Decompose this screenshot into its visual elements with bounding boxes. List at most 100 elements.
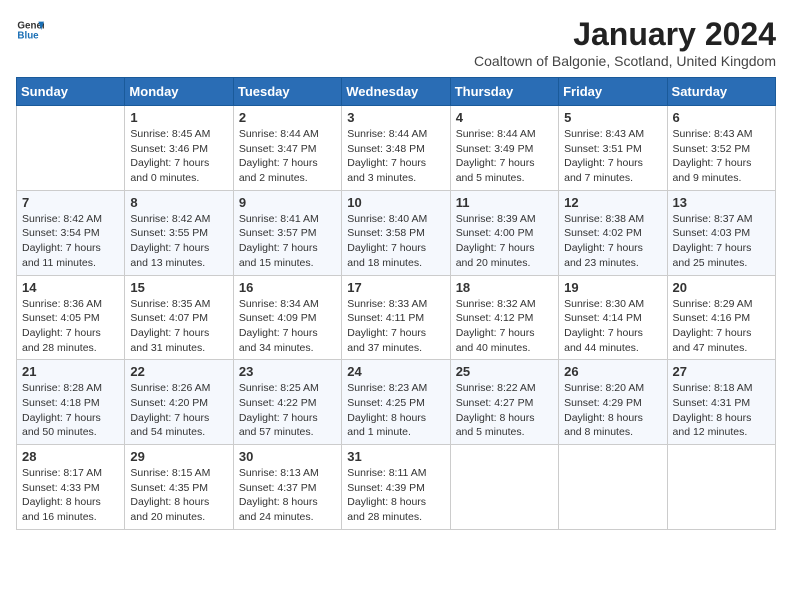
day-info: Sunrise: 8:30 AM Sunset: 4:14 PM Dayligh…	[564, 297, 661, 356]
title-block: January 2024 Coaltown of Balgonie, Scotl…	[474, 16, 776, 69]
calendar-week-row: 7Sunrise: 8:42 AM Sunset: 3:54 PM Daylig…	[17, 190, 776, 275]
calendar-cell: 4 Sunrise: 8:44 AM Sunset: 3:49 PM Daylig…	[450, 106, 558, 191]
day-info: Sunrise: 8:37 AM Sunset: 4:03 PM Dayligh…	[673, 212, 770, 271]
calendar-cell: 14Sunrise: 8:36 AM Sunset: 4:05 PM Dayli…	[17, 275, 125, 360]
day-number: 6	[673, 110, 770, 125]
calendar-cell: 29Sunrise: 8:15 AM Sunset: 4:35 PM Dayli…	[125, 445, 233, 530]
calendar-week-row: 28 Sunrise: 8:17 AM Sunset: 4:33 PM Dayli…	[17, 445, 776, 530]
day-info: Sunrise: 8:22 AM Sunset: 4:27 PM Dayligh…	[456, 381, 553, 440]
day-number: 25	[456, 364, 553, 379]
calendar-cell: 2 Sunrise: 8:44 AM Sunset: 3:47 PM Daylig…	[233, 106, 341, 191]
calendar-cell: 5 Sunrise: 8:43 AM Sunset: 3:51 PM Daylig…	[559, 106, 667, 191]
day-info: Sunrise: 8:44 AM Sunset: 3:47 PM Dayligh…	[239, 127, 336, 186]
calendar-cell: 20Sunrise: 8:29 AM Sunset: 4:16 PM Dayli…	[667, 275, 775, 360]
day-number: 29	[130, 449, 227, 464]
day-info: Sunrise: 8:11 AM Sunset: 4:39 PM Dayligh…	[347, 466, 444, 525]
day-info: Sunrise: 8:33 AM Sunset: 4:11 PM Dayligh…	[347, 297, 444, 356]
day-number: 13	[673, 195, 770, 210]
day-number: 24	[347, 364, 444, 379]
day-info: Sunrise: 8:23 AM Sunset: 4:25 PM Dayligh…	[347, 381, 444, 440]
logo: General Blue	[16, 16, 44, 44]
day-number: 23	[239, 364, 336, 379]
day-number: 2	[239, 110, 336, 125]
day-info: Sunrise: 8:44 AM Sunset: 3:49 PM Dayligh…	[456, 127, 553, 186]
calendar-cell: 12 Sunrise: 8:38 AM Sunset: 4:02 PM Dayli…	[559, 190, 667, 275]
day-info: Sunrise: 8:13 AM Sunset: 4:37 PM Dayligh…	[239, 466, 336, 525]
day-number: 4	[456, 110, 553, 125]
calendar-cell: 16Sunrise: 8:34 AM Sunset: 4:09 PM Dayli…	[233, 275, 341, 360]
calendar-cell	[667, 445, 775, 530]
day-info: Sunrise: 8:45 AM Sunset: 3:46 PM Dayligh…	[130, 127, 227, 186]
page-header: General Blue January 2024 Coaltown of Ba…	[16, 16, 776, 69]
calendar-cell: 23 Sunrise: 8:25 AM Sunset: 4:22 PM Dayli…	[233, 360, 341, 445]
day-number: 28	[22, 449, 119, 464]
calendar-cell	[17, 106, 125, 191]
day-number: 1	[130, 110, 227, 125]
logo-icon: General Blue	[16, 16, 44, 44]
day-number: 30	[239, 449, 336, 464]
day-info: Sunrise: 8:38 AM Sunset: 4:02 PM Dayligh…	[564, 212, 661, 271]
location-subtitle: Coaltown of Balgonie, Scotland, United K…	[474, 53, 776, 69]
day-number: 31	[347, 449, 444, 464]
weekday-header-thursday: Thursday	[450, 78, 558, 106]
day-number: 22	[130, 364, 227, 379]
day-number: 19	[564, 280, 661, 295]
calendar-cell: 6Sunrise: 8:43 AM Sunset: 3:52 PM Daylig…	[667, 106, 775, 191]
month-title: January 2024	[474, 16, 776, 53]
day-number: 12	[564, 195, 661, 210]
calendar-table: SundayMondayTuesdayWednesdayThursdayFrid…	[16, 77, 776, 530]
calendar-cell: 22 Sunrise: 8:26 AM Sunset: 4:20 PM Dayli…	[125, 360, 233, 445]
day-info: Sunrise: 8:35 AM Sunset: 4:07 PM Dayligh…	[130, 297, 227, 356]
day-info: Sunrise: 8:41 AM Sunset: 3:57 PM Dayligh…	[239, 212, 336, 271]
calendar-cell: 13 Sunrise: 8:37 AM Sunset: 4:03 PM Dayli…	[667, 190, 775, 275]
calendar-cell: 30 Sunrise: 8:13 AM Sunset: 4:37 PM Dayli…	[233, 445, 341, 530]
day-number: 15	[130, 280, 227, 295]
day-number: 16	[239, 280, 336, 295]
calendar-cell: 24 Sunrise: 8:23 AM Sunset: 4:25 PM Dayli…	[342, 360, 450, 445]
svg-text:Blue: Blue	[17, 30, 39, 41]
calendar-week-row: 1 Sunrise: 8:45 AM Sunset: 3:46 PM Daylig…	[17, 106, 776, 191]
day-info: Sunrise: 8:25 AM Sunset: 4:22 PM Dayligh…	[239, 381, 336, 440]
weekday-header-wednesday: Wednesday	[342, 78, 450, 106]
day-number: 5	[564, 110, 661, 125]
day-info: Sunrise: 8:43 AM Sunset: 3:51 PM Dayligh…	[564, 127, 661, 186]
day-number: 7	[22, 195, 119, 210]
calendar-cell: 27 Sunrise: 8:18 AM Sunset: 4:31 PM Dayli…	[667, 360, 775, 445]
weekday-header-friday: Friday	[559, 78, 667, 106]
day-info: Sunrise: 8:32 AM Sunset: 4:12 PM Dayligh…	[456, 297, 553, 356]
day-number: 17	[347, 280, 444, 295]
weekday-header-row: SundayMondayTuesdayWednesdayThursdayFrid…	[17, 78, 776, 106]
day-info: Sunrise: 8:17 AM Sunset: 4:33 PM Dayligh…	[22, 466, 119, 525]
weekday-header-sunday: Sunday	[17, 78, 125, 106]
calendar-cell: 28 Sunrise: 8:17 AM Sunset: 4:33 PM Dayli…	[17, 445, 125, 530]
day-info: Sunrise: 8:29 AM Sunset: 4:16 PM Dayligh…	[673, 297, 770, 356]
day-info: Sunrise: 8:39 AM Sunset: 4:00 PM Dayligh…	[456, 212, 553, 271]
day-info: Sunrise: 8:18 AM Sunset: 4:31 PM Dayligh…	[673, 381, 770, 440]
day-info: Sunrise: 8:36 AM Sunset: 4:05 PM Dayligh…	[22, 297, 119, 356]
weekday-header-tuesday: Tuesday	[233, 78, 341, 106]
day-number: 26	[564, 364, 661, 379]
day-number: 27	[673, 364, 770, 379]
day-number: 9	[239, 195, 336, 210]
day-number: 8	[130, 195, 227, 210]
day-number: 3	[347, 110, 444, 125]
day-info: Sunrise: 8:28 AM Sunset: 4:18 PM Dayligh…	[22, 381, 119, 440]
calendar-week-row: 14Sunrise: 8:36 AM Sunset: 4:05 PM Dayli…	[17, 275, 776, 360]
calendar-cell: 25 Sunrise: 8:22 AM Sunset: 4:27 PM Dayli…	[450, 360, 558, 445]
calendar-cell: 7Sunrise: 8:42 AM Sunset: 3:54 PM Daylig…	[17, 190, 125, 275]
calendar-cell: 1 Sunrise: 8:45 AM Sunset: 3:46 PM Daylig…	[125, 106, 233, 191]
calendar-cell: 26 Sunrise: 8:20 AM Sunset: 4:29 PM Dayli…	[559, 360, 667, 445]
day-number: 18	[456, 280, 553, 295]
calendar-cell	[450, 445, 558, 530]
day-info: Sunrise: 8:40 AM Sunset: 3:58 PM Dayligh…	[347, 212, 444, 271]
weekday-header-saturday: Saturday	[667, 78, 775, 106]
calendar-cell: 17 Sunrise: 8:33 AM Sunset: 4:11 PM Dayli…	[342, 275, 450, 360]
day-info: Sunrise: 8:44 AM Sunset: 3:48 PM Dayligh…	[347, 127, 444, 186]
day-number: 10	[347, 195, 444, 210]
calendar-cell: 3 Sunrise: 8:44 AM Sunset: 3:48 PM Daylig…	[342, 106, 450, 191]
calendar-cell: 9 Sunrise: 8:41 AM Sunset: 3:57 PM Daylig…	[233, 190, 341, 275]
day-info: Sunrise: 8:20 AM Sunset: 4:29 PM Dayligh…	[564, 381, 661, 440]
calendar-cell: 21Sunrise: 8:28 AM Sunset: 4:18 PM Dayli…	[17, 360, 125, 445]
day-info: Sunrise: 8:26 AM Sunset: 4:20 PM Dayligh…	[130, 381, 227, 440]
calendar-cell: 15 Sunrise: 8:35 AM Sunset: 4:07 PM Dayli…	[125, 275, 233, 360]
